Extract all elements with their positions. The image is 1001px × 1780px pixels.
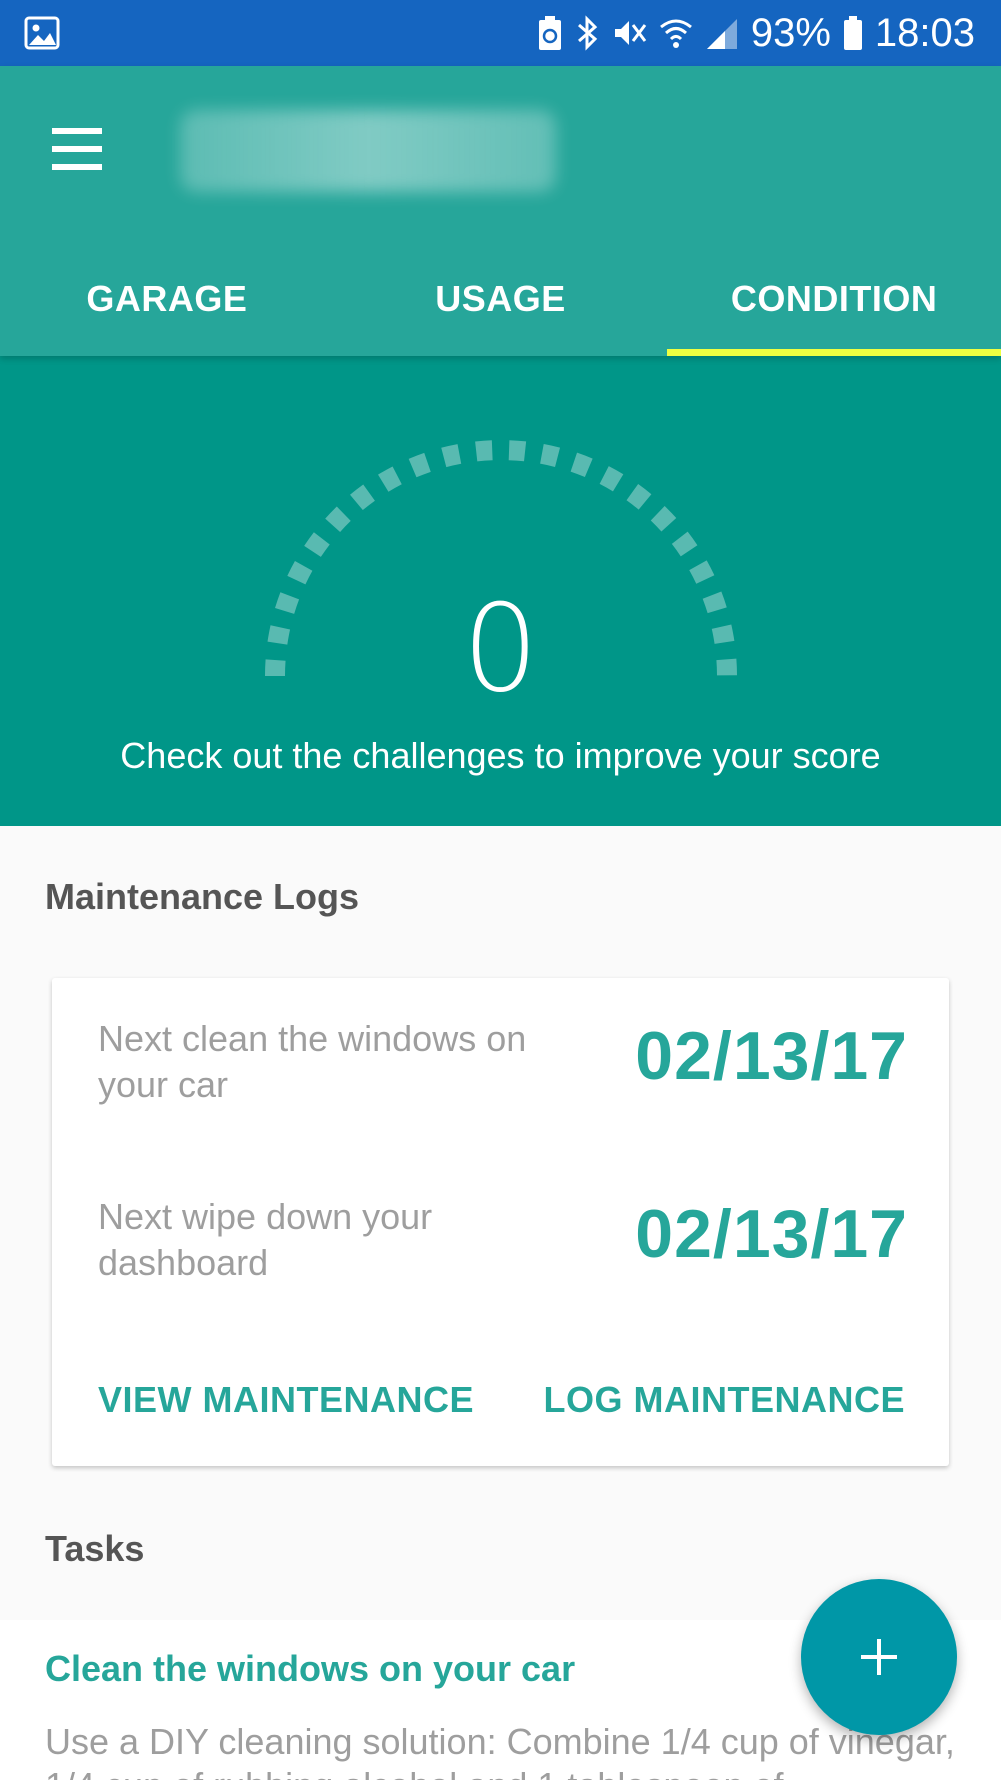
battery-percent: 93% (750, 11, 831, 55)
clock: 18:03 (874, 11, 975, 55)
add-fab-button[interactable] (801, 1579, 957, 1735)
task-description: Use a DIY cleaning solution: Combine 1/4… (45, 1721, 955, 1780)
battery-icon (843, 16, 862, 50)
tasks-heading: Tasks (45, 1528, 145, 1569)
log-label: Next clean the windows on your car (98, 1018, 527, 1105)
score-caption: Check out the challenges to improve your… (120, 735, 881, 776)
status-bar: 93% 18:03 (0, 0, 1001, 66)
log-label: Next wipe down your dashboard (98, 1196, 433, 1283)
log-maintenance-button[interactable]: LOG MAINTENANCE (544, 1379, 906, 1421)
condition-score-panel: 0 Check out the challenges to improve yo… (0, 356, 1001, 826)
vibrate-icon (614, 21, 647, 45)
maintenance-logs-heading: Maintenance Logs (45, 876, 360, 917)
view-maintenance-button[interactable]: VIEW MAINTENANCE (98, 1379, 474, 1421)
task-title[interactable]: Clean the windows on your car (45, 1648, 575, 1690)
bluetooth-icon (577, 15, 598, 51)
hamburger-menu-icon[interactable] (48, 124, 106, 176)
battery-saver-icon (538, 16, 561, 50)
app-screen: 93% 18:03 GARAGE USAGE CONDITION 0 Check… (0, 0, 1001, 1780)
tab-bar: GARAGE USAGE CONDITION (0, 242, 1001, 356)
app-bar: GARAGE USAGE CONDITION (0, 66, 1001, 356)
maintenance-card: Next clean the windows on your car 02/13… (52, 978, 949, 1466)
tab-usage[interactable]: USAGE (334, 242, 668, 356)
status-icons: 93% 18:03 (537, 8, 975, 58)
log-row: Next wipe down your dashboard 02/13/17 (98, 1194, 908, 1304)
log-date: 02/13/17 (635, 1018, 908, 1094)
image-icon (24, 16, 60, 50)
log-row: Next clean the windows on your car 02/13… (98, 1016, 908, 1126)
wifi-icon (659, 19, 692, 48)
score-value: 0 (462, 580, 539, 719)
plus-icon (861, 1639, 897, 1675)
log-date: 02/13/17 (635, 1196, 908, 1272)
tab-garage[interactable]: GARAGE (0, 242, 334, 356)
card-actions: VIEW MAINTENANCE LOG MAINTENANCE (98, 1370, 905, 1430)
garage-title-redacted (180, 110, 556, 192)
signal-icon (706, 19, 737, 49)
tab-condition[interactable]: CONDITION (667, 242, 1001, 356)
